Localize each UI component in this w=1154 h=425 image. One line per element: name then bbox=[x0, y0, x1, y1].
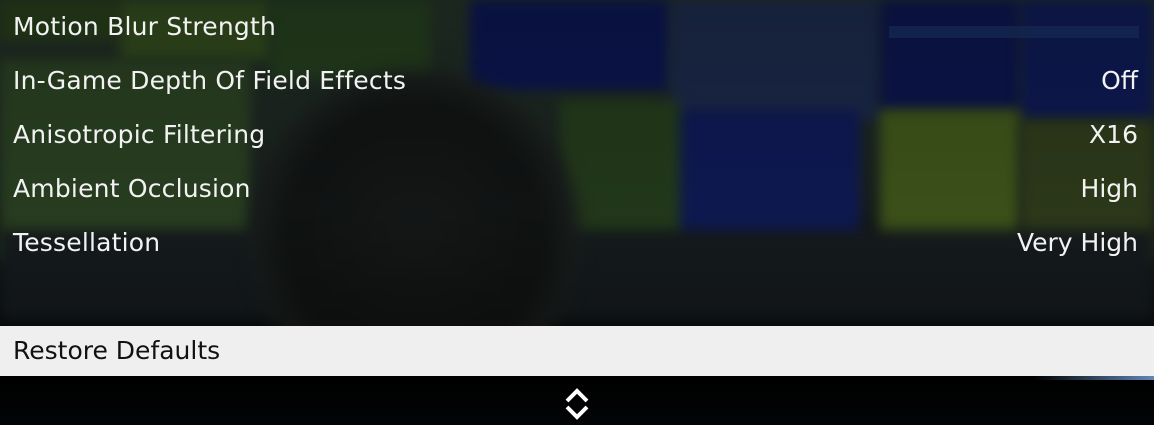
setting-row-tessellation[interactable]: Tessellation Very High bbox=[0, 221, 1154, 265]
setting-row-depth-of-field[interactable]: In-Game Depth Of Field Effects Off bbox=[0, 59, 1154, 103]
setting-value: X16 bbox=[1089, 120, 1138, 149]
setting-label: Motion Blur Strength bbox=[13, 12, 277, 41]
restore-defaults-label: Restore Defaults bbox=[13, 336, 221, 365]
footer-glow bbox=[1034, 376, 1154, 380]
setting-row-ambient-occlusion[interactable]: Ambient Occlusion High bbox=[0, 167, 1154, 211]
setting-value: Very High bbox=[1016, 228, 1138, 257]
setting-label: Ambient Occlusion bbox=[13, 174, 251, 203]
motion-blur-slider[interactable] bbox=[889, 26, 1139, 38]
menu-footer bbox=[0, 376, 1154, 425]
setting-label: In-Game Depth Of Field Effects bbox=[13, 66, 407, 95]
setting-value: High bbox=[1080, 174, 1138, 203]
setting-row-anisotropic-filtering[interactable]: Anisotropic Filtering X16 bbox=[0, 113, 1154, 157]
setting-row-motion-blur[interactable]: Motion Blur Strength bbox=[0, 5, 1154, 49]
setting-label: Tessellation bbox=[13, 228, 161, 257]
setting-label: Anisotropic Filtering bbox=[13, 120, 266, 149]
setting-value: Off bbox=[1101, 66, 1138, 95]
restore-defaults-button[interactable]: Restore Defaults bbox=[0, 326, 1154, 376]
scroll-up-down-icon[interactable] bbox=[562, 386, 592, 422]
